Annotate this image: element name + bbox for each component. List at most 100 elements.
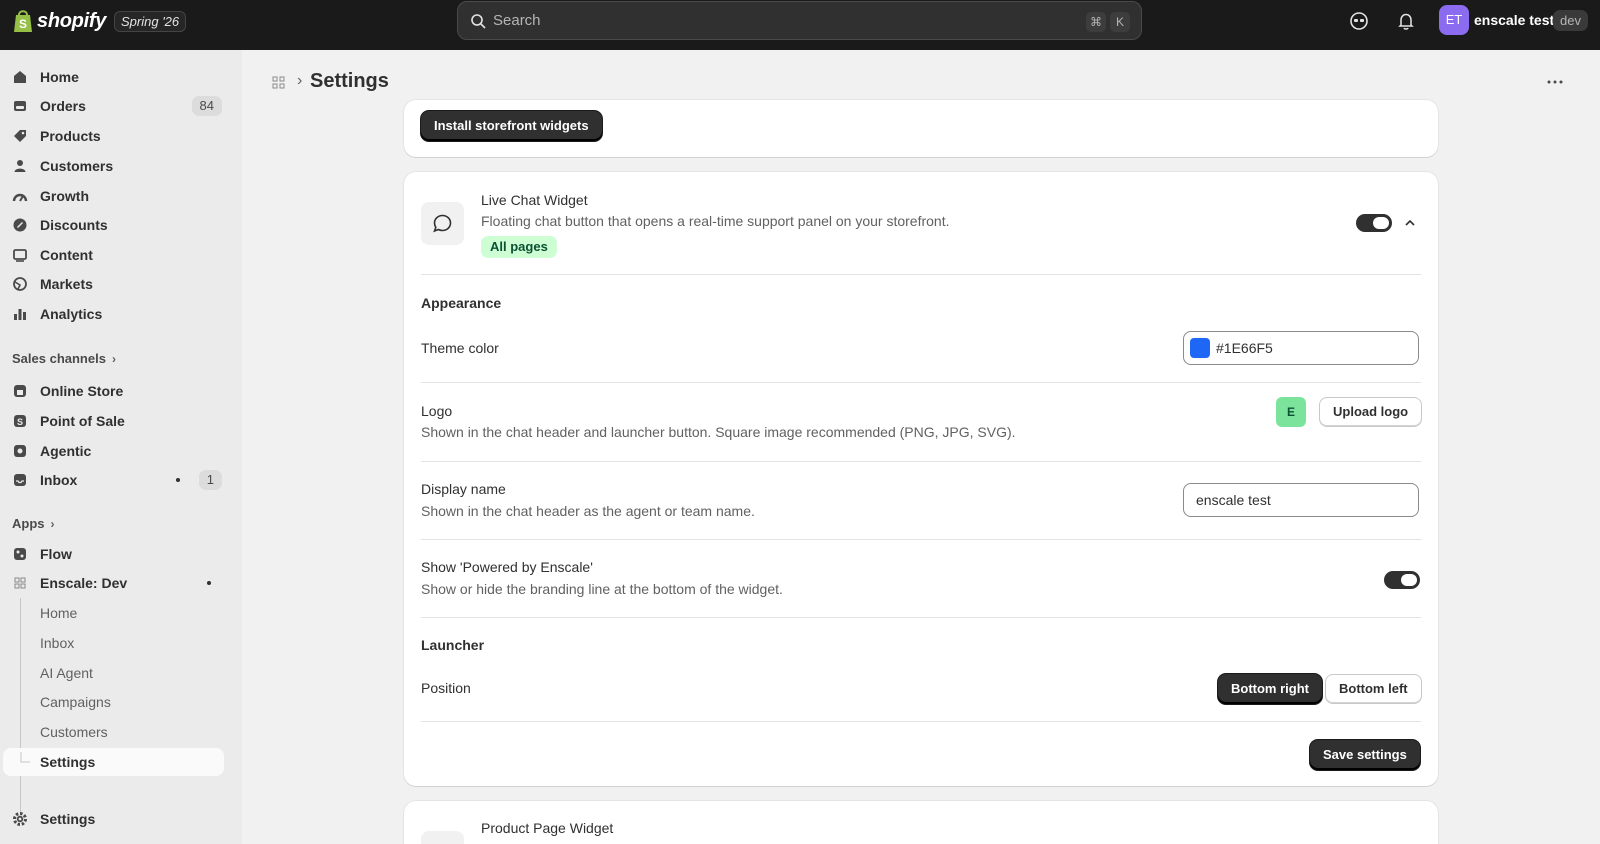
globe-icon (13, 277, 27, 291)
powered-by-toggle[interactable] (1384, 571, 1420, 589)
sidebar-item-label: Home (40, 69, 79, 85)
sidebar-item-label: Orders (40, 98, 86, 114)
shopify-logo[interactable]: S shopify (12, 8, 106, 34)
sidebar-item-label: Products (40, 128, 101, 144)
install-storefront-widgets-button[interactable]: Install storefront widgets (421, 111, 602, 141)
sidebar-subitem-home[interactable]: Home (0, 599, 230, 627)
sidebar-item-discounts[interactable]: Discounts (0, 211, 230, 239)
sidebar-item-growth[interactable]: Growth (0, 182, 230, 210)
sidebar-subitem-label: AI Agent (40, 665, 93, 681)
breadcrumb-separator: › (297, 72, 303, 89)
sidebar-subitem-campaigns[interactable]: Campaigns (0, 688, 230, 716)
apps-header[interactable]: Apps › (12, 516, 55, 531)
sidebar-subitem-label: Campaigns (40, 694, 111, 710)
sidebar-subitem-label: Settings (40, 754, 96, 770)
bar-chart-icon (14, 309, 26, 320)
product-page-widget-card: Product Page Widget (404, 801, 1438, 844)
sidebar-item-analytics[interactable]: Analytics (0, 300, 230, 328)
theme-color-value: #1E66F5 (1216, 340, 1273, 356)
sidebar-item-home[interactable]: Home (0, 63, 230, 91)
sidebar-item-label: Analytics (40, 306, 103, 322)
sidebar-item-label: Flow (40, 546, 72, 562)
sidebar-item-flow[interactable]: Flow (0, 540, 230, 568)
sidebar-item-inbox[interactable]: Inbox 1 (0, 466, 230, 494)
sidebar-item-label: Customers (40, 158, 114, 174)
store-name[interactable]: enscale test (1474, 12, 1554, 28)
sidebar-item-online-store[interactable]: Online Store (0, 377, 230, 405)
live-chat-widget-card: Live Chat Widget Floating chat button th… (404, 172, 1438, 786)
sidebar-item-agentic[interactable]: Agentic (0, 437, 230, 465)
sidebar-subitem-customers[interactable]: Customers (0, 718, 230, 746)
widget-icon-container (421, 202, 464, 245)
more-actions-icon[interactable] (1543, 70, 1567, 94)
theme-color-label: Theme color (421, 340, 499, 356)
powered-by-help-text: Show or hide the branding line at the bo… (421, 581, 783, 597)
sidebar-item-enscale-dev[interactable]: Enscale: Dev (0, 569, 230, 597)
sidebar-item-label: Markets (40, 276, 93, 292)
sidebar-subitem-inbox[interactable]: Inbox (0, 629, 230, 657)
unread-dot (207, 581, 211, 585)
divider (421, 617, 1421, 618)
orders-icon (14, 101, 26, 111)
sidebar-item-label: Enscale: Dev (40, 575, 128, 591)
store-icon (14, 385, 26, 397)
app-grid-icon[interactable] (272, 76, 285, 89)
person-icon (14, 160, 26, 172)
sidekick-icon[interactable] (1349, 11, 1369, 31)
bell-icon[interactable] (1396, 11, 1416, 31)
search-icon (471, 14, 486, 29)
chevron-right-icon: › (111, 352, 116, 366)
home-icon (14, 71, 26, 83)
search-placeholder: Search (493, 12, 541, 29)
sidebar-item-markets[interactable]: Markets (0, 270, 230, 298)
sidebar-item-point-of-sale[interactable]: S Point of Sale (0, 407, 230, 435)
storefront-widgets-card: Install storefront widgets (404, 100, 1438, 157)
widget-title: Product Page Widget (481, 820, 614, 836)
logo-preview: E (1276, 397, 1306, 427)
sidebar-item-customers[interactable]: Customers (0, 152, 230, 180)
shortcut-key-cmd: ⌘ (1086, 12, 1106, 32)
display-name-label: Display name (421, 481, 506, 497)
position-bottom-right-button[interactable]: Bottom right (1218, 674, 1322, 704)
display-name-value: enscale test (1196, 492, 1271, 508)
launcher-heading: Launcher (421, 637, 485, 653)
discount-icon (13, 218, 27, 232)
sidebar-subitem-ai-agent[interactable]: AI Agent (0, 659, 230, 687)
widget-enabled-toggle[interactable] (1356, 214, 1392, 232)
sidebar-subitem-settings[interactable]: Settings (3, 748, 224, 776)
chevron-up-icon[interactable] (1403, 216, 1417, 230)
release-badge[interactable]: Spring '26 (114, 11, 187, 32)
inbox-count-badge: 1 (198, 470, 222, 490)
sidebar-subitem-label: Inbox (40, 635, 75, 651)
sidebar-item-label: Content (40, 247, 93, 263)
widget-title: Live Chat Widget (481, 192, 588, 208)
unread-dot (176, 478, 180, 482)
avatar[interactable]: ET (1439, 5, 1469, 35)
flow-icon (14, 548, 26, 560)
sidebar-item-label: Growth (40, 188, 89, 204)
chevron-right-icon: › (50, 517, 55, 531)
theme-color-field[interactable]: #1E66F5 (1183, 331, 1419, 365)
sidebar-item-settings[interactable]: Settings (0, 805, 230, 833)
logo-label: Logo (421, 403, 453, 419)
sidebar-item-label: Settings (40, 811, 96, 827)
sidebar-item-label: Online Store (40, 383, 124, 399)
sales-channels-header[interactable]: Sales channels › (12, 351, 116, 366)
shopify-bag-icon: S (14, 10, 32, 32)
color-swatch[interactable] (1190, 338, 1210, 358)
gear-icon (13, 812, 27, 826)
display-name-field[interactable]: enscale test (1183, 483, 1419, 517)
position-label: Position (421, 680, 471, 696)
sidebar-item-content[interactable]: Content (0, 241, 230, 269)
sidebar-item-products[interactable]: Products (0, 122, 230, 150)
sidebar-item-orders[interactable]: Orders 84 (0, 92, 230, 120)
save-settings-button[interactable]: Save settings (1310, 740, 1420, 770)
scope-badge: All pages (481, 236, 557, 258)
logo-help-text: Shown in the chat header and launcher bu… (421, 424, 1016, 440)
position-bottom-left-button[interactable]: Bottom left (1325, 674, 1422, 704)
brand-name: shopify (37, 9, 107, 32)
upload-logo-button[interactable]: Upload logo (1319, 397, 1423, 427)
search-bar[interactable]: Search ⌘ K (457, 1, 1142, 40)
svg-text:S: S (19, 17, 27, 31)
app-grid-icon (14, 577, 26, 589)
